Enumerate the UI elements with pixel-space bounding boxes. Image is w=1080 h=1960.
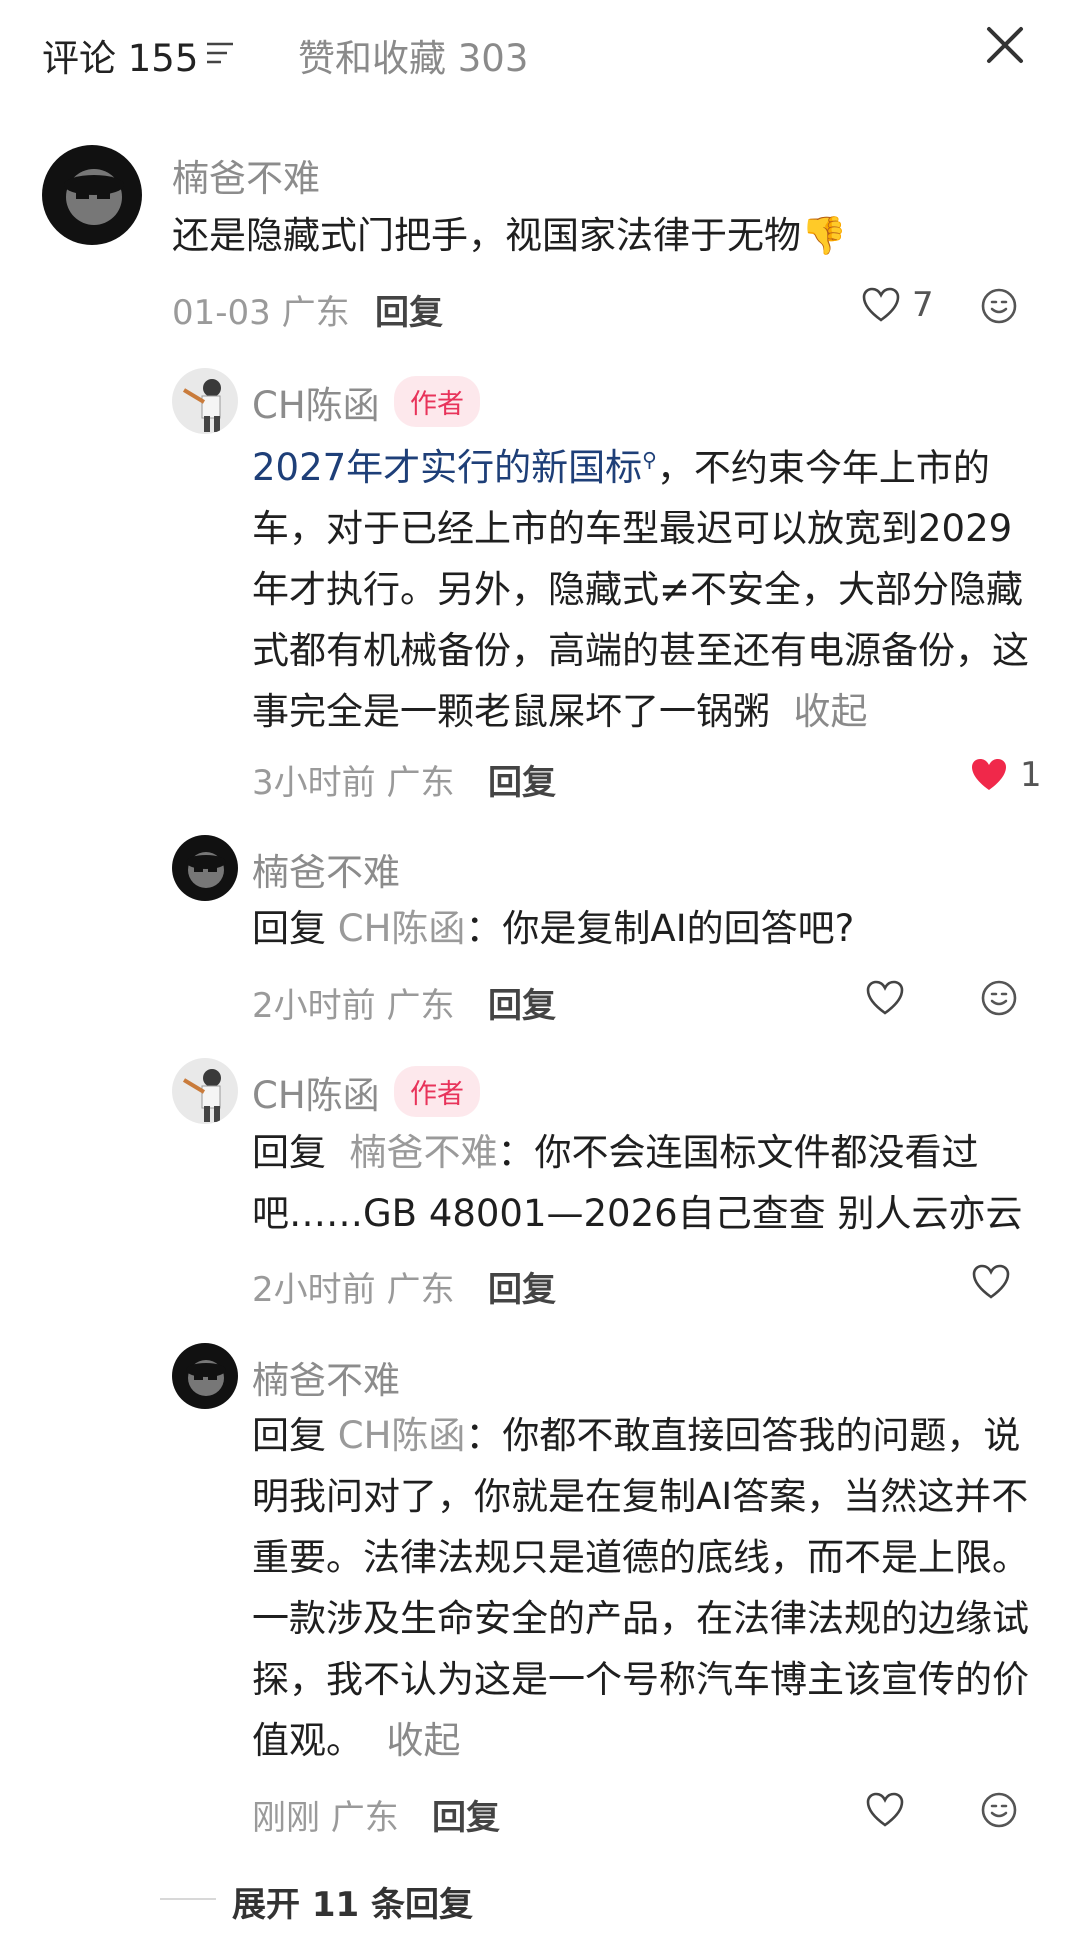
author-badge: 作者 — [394, 376, 480, 427]
like-count: 7 — [912, 285, 934, 325]
thumbs-down-icon: 👎 — [801, 214, 848, 257]
collapse-link[interactable]: 收起 — [794, 690, 868, 733]
author-badge: 作者 — [394, 1066, 480, 1117]
divider-line — [160, 1898, 216, 1900]
reply-button[interactable]: 回复 — [375, 285, 443, 334]
close-icon[interactable] — [985, 25, 1025, 65]
comment-time-location: 2小时前 广东 — [252, 986, 455, 1026]
comment-text: 回复 CH陈函：你是复制AI的回答吧? — [252, 907, 855, 950]
filter-icon[interactable] — [205, 40, 235, 66]
expand-replies-button[interactable]: 展开 11 条回复 — [232, 1877, 473, 1926]
heart-filled-icon[interactable] — [970, 757, 1008, 793]
comment-time-location: 2小时前 广东 — [252, 1270, 455, 1310]
reply-button[interactable]: 回复 — [432, 1790, 500, 1839]
tab-likes-favorites[interactable]: 赞和收藏 303 — [298, 28, 528, 82]
comment-author[interactable]: CH陈函 — [252, 1065, 380, 1119]
comment-author[interactable]: CH陈函 — [252, 375, 380, 429]
like-count: 1 — [1020, 755, 1042, 795]
emoji-icon[interactable] — [980, 979, 1018, 1017]
tab-comments-label: 评论 155 — [42, 37, 199, 80]
emoji-icon[interactable] — [980, 287, 1018, 325]
comment-author[interactable]: 楠爸不难 — [172, 148, 320, 202]
tab-comments[interactable]: 评论 155 — [42, 28, 198, 82]
avatar[interactable] — [172, 368, 238, 434]
comment-time-location: 3小时前 广东 — [252, 763, 455, 803]
reply-target[interactable]: 楠爸不难 — [350, 1131, 498, 1174]
reply-button[interactable]: 回复 — [488, 755, 556, 804]
heart-icon[interactable] — [866, 1792, 904, 1828]
heart-icon[interactable] — [862, 287, 900, 323]
reply-button[interactable]: 回复 — [488, 978, 556, 1027]
search-icon: ⚲ — [642, 448, 657, 472]
comment-text: 还是隐藏式门把手，视国家法律于无物👎 — [172, 214, 848, 257]
reply-target[interactable]: CH陈函 — [338, 907, 466, 950]
heart-icon[interactable] — [866, 980, 904, 1016]
avatar[interactable] — [42, 145, 142, 245]
comment-text: 回复 CH陈函：你都不敢直接回答我的问题，说明我问对了，你就是在复制AI答案，当… — [252, 1414, 1029, 1762]
avatar[interactable] — [172, 1343, 238, 1409]
heart-icon[interactable] — [972, 1264, 1010, 1300]
avatar[interactable] — [172, 835, 238, 901]
reply-target[interactable]: CH陈函 — [338, 1414, 466, 1457]
comment-text: 2027年才实行的新国标⚲，不约束今年上市的车，对于已经上市的车型最迟可以放宽到… — [252, 446, 1029, 734]
comment-time-location: 01-03 广东 — [172, 293, 350, 333]
comment-text: 回复 楠爸不难：你不会连国标文件都没看过吧……GB 48001—2026自己查查… — [252, 1131, 1023, 1235]
reply-button[interactable]: 回复 — [488, 1262, 556, 1311]
emoji-icon[interactable] — [980, 1791, 1018, 1829]
comment-author[interactable]: 楠爸不难 — [252, 1350, 400, 1404]
avatar[interactable] — [172, 1058, 238, 1124]
search-link[interactable]: 2027年才实行的新国标⚲ — [252, 446, 657, 489]
tab-likes-label: 赞和收藏 303 — [298, 37, 529, 80]
comment-time-location: 刚刚 广东 — [252, 1798, 399, 1838]
comment-author[interactable]: 楠爸不难 — [252, 842, 400, 896]
collapse-link[interactable]: 收起 — [387, 1719, 461, 1762]
